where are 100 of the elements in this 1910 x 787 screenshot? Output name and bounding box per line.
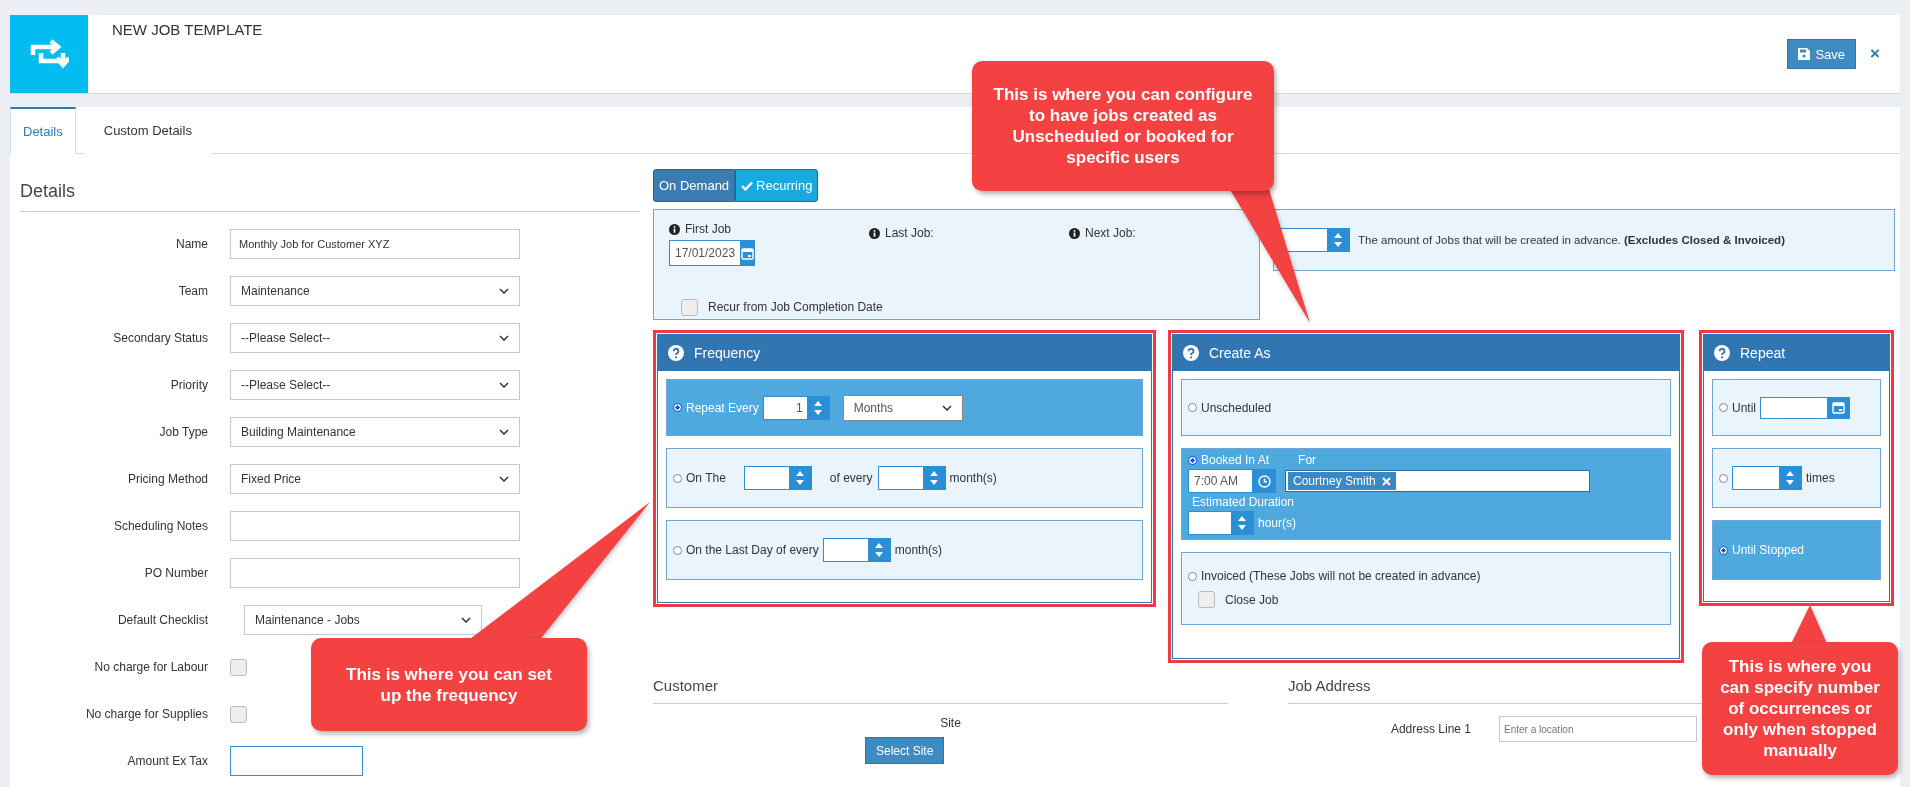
option-label: On The [686,471,726,485]
select-site-button[interactable]: Select Site [865,737,945,764]
caret-icon [499,382,509,388]
calendar-button[interactable] [740,241,754,265]
radio-button[interactable] [1719,473,1728,483]
dropdown[interactable]: Building Maintenance [230,417,520,447]
field-label: Default Checklist [116,613,208,627]
number-spinner[interactable]: 1 [762,395,830,420]
date-field[interactable]: 17/01/2023 [669,240,755,266]
option-label: of every [829,471,873,485]
date-field[interactable] [1760,396,1850,419]
field-label: Pricing Method [126,472,208,486]
number-spinner[interactable] [822,538,891,562]
unit-label: hour(s) [1258,516,1296,530]
spinner-arrows-icon [1334,233,1342,247]
dropdown[interactable]: Months [842,394,963,421]
number-spinner[interactable] [1188,511,1254,535]
field-label: Team [177,284,208,298]
unit-label: month(s) [949,471,997,485]
panel-title: Frequency [694,345,761,361]
dropdown[interactable]: --Please Select-- [230,323,520,353]
checkbox[interactable] [681,298,698,316]
field-label: PO Number [143,566,208,580]
radio-button[interactable] [673,473,682,483]
caret-icon [499,335,509,341]
field-label: Scheduling Notes [112,519,208,533]
radio-button[interactable] [1188,403,1197,412]
field-label: Amount Ex Tax [126,754,208,768]
panel-title: Repeat [1740,345,1786,361]
caret-icon [499,288,509,294]
help-icon [1714,345,1730,361]
info-icon [869,227,880,239]
field-label: First Job [669,222,869,236]
checkbox[interactable] [230,658,247,676]
option-label: On the Last Day of every [686,543,819,557]
option-label: Until Stopped [1732,543,1805,557]
toggle-button[interactable]: On Demand [653,169,736,202]
radio-button[interactable] [673,403,682,412]
radio-button[interactable] [1188,571,1197,581]
spinner-arrows-icon [1786,471,1794,485]
checkbox-label: Recur from Job Completion Date [708,300,883,314]
checkbox[interactable] [230,705,247,723]
number-spinner[interactable] [1278,228,1350,252]
text-field[interactable] [230,511,520,541]
calendar-button[interactable] [1827,397,1849,418]
dropdown[interactable]: Fixed Price [230,464,520,494]
number-spinner[interactable] [877,466,946,490]
option-label: Booked In At [1201,453,1270,467]
field-label: Priority [169,378,208,392]
number-spinner[interactable] [1732,466,1802,490]
clock-icon [1257,474,1271,488]
text-field[interactable] [230,746,363,776]
field-label: Name [175,237,208,251]
callout: This is where you can specify number of occurrences or only when stopped manually [1702,642,1898,775]
option-label: Repeat Every [686,400,759,415]
text-field[interactable]: Monthly Job for Customer XYZ [230,229,520,259]
close-button[interactable]: × [1864,39,1886,69]
spinner-arrows-icon [874,543,883,557]
field-label: Address Line 1 [1389,722,1471,736]
field-label: Last Job: [869,226,1069,240]
advance-description: The amount of Jobs that will be created in advance. (Excludes Closed & Invoiced) [1358,234,1785,246]
help-icon [1183,345,1199,361]
text-field[interactable] [230,558,520,588]
user-picker[interactable]: Courtney Smith [1285,470,1590,492]
dropdown[interactable]: Maintenance - Jobs [244,605,482,635]
info-icon [1069,227,1080,239]
spinner-arrows-icon [929,471,938,485]
field-label: Site [940,716,961,730]
section-heading: Details [20,181,640,212]
page-title: NEW JOB TEMPLATE [112,21,263,38]
number-spinner[interactable] [743,466,812,490]
caret-icon [499,476,509,482]
panel-title: Create As [1209,345,1271,361]
dropdown[interactable]: --Please Select-- [230,370,520,400]
radio-button[interactable] [1188,455,1197,465]
field-label: No charge for Supplies [84,707,208,721]
caret-icon [499,429,509,435]
checkbox[interactable] [1198,591,1215,608]
section-heading: Customer [653,677,1228,704]
unit-label: month(s) [894,543,943,557]
radio-button[interactable] [673,545,682,555]
time-field[interactable]: 7:00 AM [1188,469,1276,493]
save-button[interactable]: Save [1787,39,1857,69]
tab[interactable]: Details [10,107,76,154]
field-label: For [1298,453,1317,467]
calendar-icon [1831,401,1845,414]
save-icon [1798,48,1811,60]
caret-icon [461,617,471,623]
dropdown[interactable]: Maintenance [230,276,520,306]
address-field[interactable]: Enter a location [1499,716,1697,742]
spinner-arrows-icon [1238,516,1246,530]
radio-button[interactable] [1719,545,1728,555]
help-icon [668,345,684,361]
remove-icon[interactable] [1381,476,1391,486]
check-icon [741,180,754,191]
radio-button[interactable] [1719,403,1728,412]
option-label: Invoiced (These Jobs will not be created in advance) [1201,569,1481,583]
callout: This is where you can configure to have jobs created as Unscheduled or booked for specific users [972,61,1274,191]
field-label: Next Job: [1069,226,1259,240]
field-label: Job Type [158,425,208,439]
